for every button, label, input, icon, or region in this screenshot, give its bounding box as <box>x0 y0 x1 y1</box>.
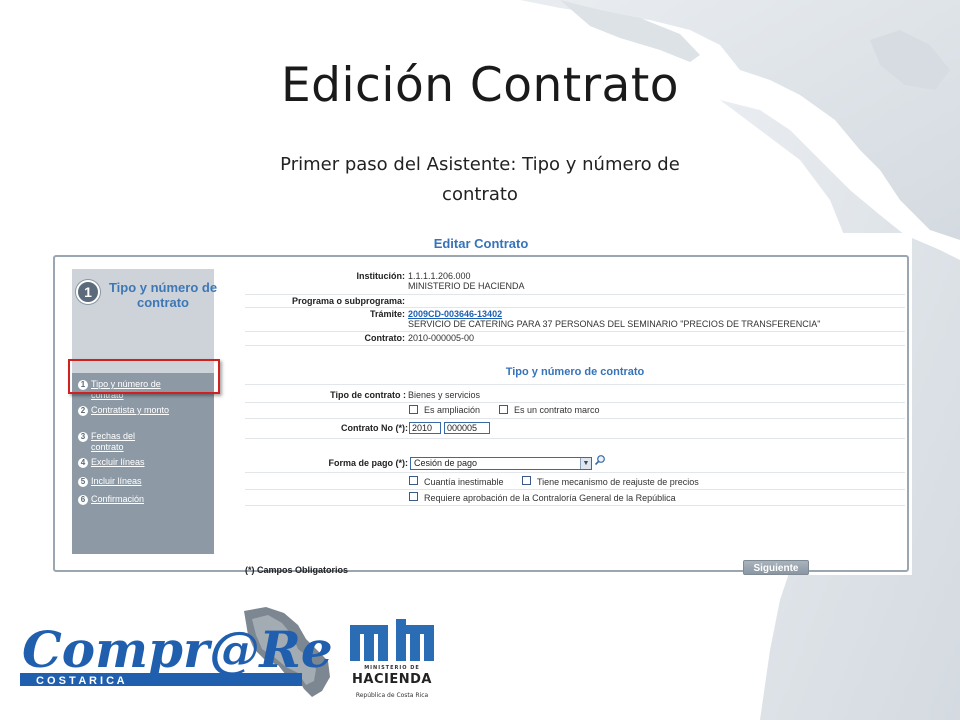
current-step-header: 1 Tipo y número de contrato <box>76 277 217 327</box>
step-number-badge: 1 <box>76 280 100 304</box>
hacienda-mark-icon <box>350 619 434 661</box>
cuantia-checkbox[interactable] <box>409 476 418 485</box>
comprared-subtitle: C O S T A R I C A <box>36 675 125 687</box>
hacienda-line2: HACIENDA <box>352 672 432 687</box>
contrato-marco-checkbox[interactable] <box>499 405 508 414</box>
comprared-wordmark: Compr@Red <box>22 620 332 679</box>
steps-navigation: 1 Tipo y número de contrato 2 Contratist… <box>72 373 214 554</box>
chevron-down-icon: ▼ <box>580 458 591 469</box>
nav-step-label: Fechas del contrato <box>91 431 136 452</box>
slide-title: Edición Contrato <box>280 58 680 113</box>
step-number-icon: 2 <box>78 406 88 416</box>
row-divider <box>245 489 905 490</box>
form-title: Tipo y número de contrato <box>505 366 645 378</box>
slide-subtitle: Primer paso del Asistente: Tipo y número… <box>280 154 680 205</box>
programa-label: Programa o subprograma: <box>291 296 405 306</box>
row-divider <box>245 402 905 403</box>
institucion-name: MINISTERIO DE HACIENDA <box>408 281 525 291</box>
institucion-code: 1.1.1.1.206.000 <box>408 271 471 281</box>
nav-step-label: Excluir líneas <box>91 457 145 467</box>
current-step-title: Tipo y número de contrato <box>108 280 218 310</box>
nav-step-label: Contratista y monto <box>91 405 170 415</box>
row-divider <box>245 505 905 506</box>
required-fields-note: (*) Campos Obligatorios <box>245 565 349 575</box>
contrato-number-input[interactable]: 000005 <box>444 422 490 434</box>
tramite-description: SERVICIO DE CATERING PARA 37 PERSONAS DE… <box>408 319 821 329</box>
row-divider <box>245 345 905 346</box>
tramite-link[interactable]: 2009CD-003646-13402 <box>408 309 502 319</box>
reajuste-label: Tiene mecanismo de reajuste de precios <box>537 477 699 487</box>
forma-pago-selected: Cesión de pago <box>414 458 478 468</box>
magnifier-icon[interactable] <box>594 454 606 466</box>
step-number-icon: 6 <box>78 495 88 505</box>
application-screenshot: Editar Contrato 1 Tipo y número de contr… <box>50 233 912 575</box>
hacienda-line1: MINISTERIO DE <box>364 665 420 671</box>
ampliacion-label: Es ampliación <box>424 405 481 415</box>
aprobacion-checkbox[interactable] <box>409 492 418 501</box>
current-step-highlight <box>68 359 220 394</box>
contrato-year-input[interactable]: 2010 <box>409 422 441 434</box>
next-button[interactable]: Siguiente <box>743 560 809 575</box>
reajuste-checkbox[interactable] <box>522 476 531 485</box>
tipo-contrato-label: Tipo de contrato : <box>330 390 406 400</box>
wizard-panel: 1 Tipo y número de contrato 1 Tipo y núm… <box>53 255 909 575</box>
step-number-icon: 4 <box>78 458 88 468</box>
nav-step-label: Confirmación <box>91 494 145 504</box>
row-divider <box>245 438 905 439</box>
step-number-icon: 3 <box>78 432 88 442</box>
contrato-label: Contrato: <box>364 333 406 343</box>
nav-step-label: Incluir líneas <box>91 476 142 486</box>
comprared-logo: Compr@Red C O S T A R I C A <box>20 607 332 697</box>
tramite-label: Trámite: <box>369 309 405 319</box>
row-divider <box>245 418 905 419</box>
tipo-contrato-value: Bienes y servicios <box>408 390 481 400</box>
row-divider <box>245 307 905 308</box>
ampliacion-checkbox[interactable] <box>409 405 418 414</box>
forma-pago-select[interactable]: Cesión de pago ▼ <box>410 457 592 470</box>
contrato-marco-label: Es un contrato marco <box>514 405 600 415</box>
step-number-icon: 5 <box>78 477 88 487</box>
forma-pago-label: Forma de pago (*): <box>328 458 408 468</box>
institucion-label: Institución: <box>356 271 406 281</box>
hacienda-logo: MINISTERIO DE HACIENDA República de Cost… <box>342 617 442 717</box>
wizard-sidebar: 1 Tipo y número de contrato 1 Tipo y núm… <box>72 269 217 554</box>
row-divider <box>245 331 905 332</box>
contrato-value: 2010-000005-00 <box>408 333 475 343</box>
contrato-no-label: Contrato No (*): <box>341 423 408 433</box>
row-divider <box>245 384 905 385</box>
cuantia-label: Cuantía inestimable <box>424 477 504 487</box>
row-divider <box>245 294 905 295</box>
aprobacion-label: Requiere aprobación de la Contraloría Ge… <box>424 493 676 503</box>
hacienda-line3: República de Costa Rica <box>355 692 429 699</box>
row-divider <box>245 472 905 473</box>
screen-heading: Editar Contrato <box>433 236 529 251</box>
